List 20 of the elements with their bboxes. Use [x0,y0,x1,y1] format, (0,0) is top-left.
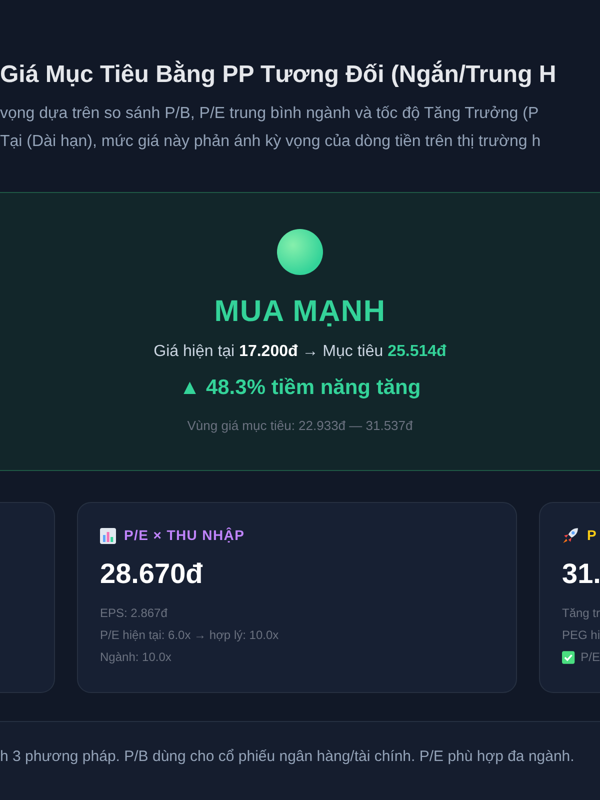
target-range: Vùng giá mục tiêu: 22.933đ — 31.537đ [187,416,413,435]
upside-text: ▲ 48.3% tiềm năng tăng [179,375,421,401]
description-line: vọng dựa trên so sánh P/B, P/E trung bình ngành và tốc độ Tăng Trưởng (P [0,104,540,124]
card-note: EPS: 2.867đ [100,605,168,622]
section-title: Giá Mục Tiêu Bằng PP Tương Đối (Ngắn/Trung H [0,60,558,90]
card-note: PEG hi [562,627,600,644]
card-note: P/E hiện tại: 6.0x → hợp lý: 10.0x [100,627,279,644]
card-title: P/E × THU NHẬP [124,526,245,545]
card-value: 31. [562,557,600,591]
footer-note: h 3 phương pháp. P/B dùng cho cổ phiếu ngân hàng/tài chính. P/E phù hợp đa ngành. [0,747,576,767]
rocket-icon [562,527,579,544]
verdict-label: MUA MẠNH [214,294,386,330]
card-note: Ngành: 10.0x [100,649,172,666]
bar-chart-icon [100,528,116,544]
description-line: Tại (Dài hạn), mức giá này phản ánh kỳ vọng của dòng tiền trên thị trường h [0,132,542,152]
price-line: Giá hiện tại 17.200đ → Mục tiêu 25.514đ [154,342,446,362]
card-value: 28.670đ [100,557,204,591]
card-title: P [587,526,598,545]
card-note: P/E [580,649,600,666]
card-note: Tăng tr [562,605,600,622]
